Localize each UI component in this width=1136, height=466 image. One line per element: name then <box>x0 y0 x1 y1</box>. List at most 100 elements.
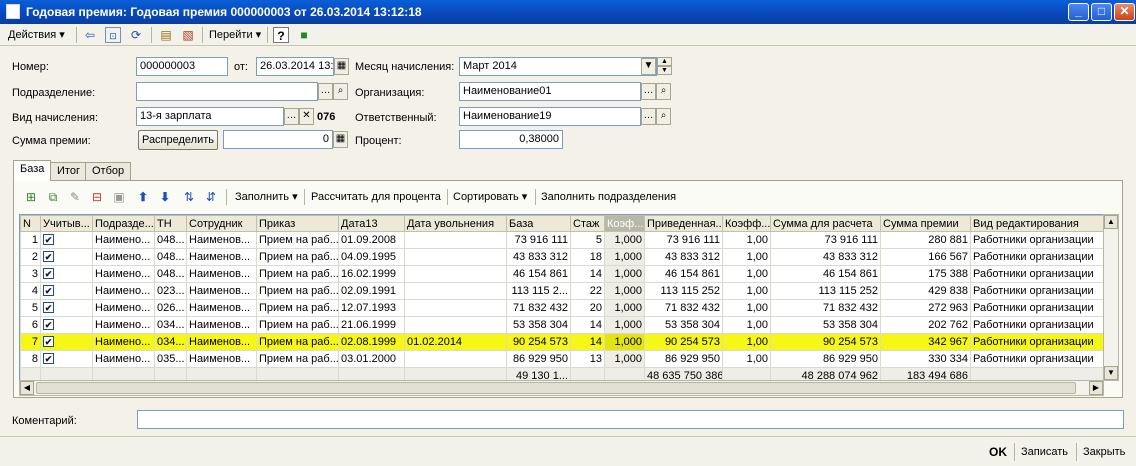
close-button[interactable]: Закрыть <box>1083 444 1125 460</box>
cell-k1[interactable]: 1,000 <box>604 316 645 334</box>
cell-tn[interactable]: 034... <box>154 333 187 351</box>
cell-div[interactable]: Наимено... <box>92 248 155 266</box>
cell-tn[interactable]: 048... <box>154 231 187 249</box>
cell-emp[interactable]: Наименов... <box>186 333 257 351</box>
horizontal-scrollbar[interactable]: ◀ ▶ <box>19 380 1104 396</box>
cell-dism[interactable]: 01.02.2014 <box>404 333 507 351</box>
cell-tn[interactable]: 048... <box>154 248 187 266</box>
back-arrow-icon[interactable]: ⇦ <box>82 27 98 43</box>
cell-edit[interactable]: Работники организации <box>970 333 1103 351</box>
col-header[interactable]: Дата13 <box>338 215 405 232</box>
cell-sumc[interactable]: 73 916 111 <box>770 231 881 249</box>
col-header[interactable]: Сумма премии <box>880 215 971 232</box>
cell-dism[interactable] <box>404 282 507 300</box>
include-checkbox-cell[interactable]: ✔ <box>40 299 93 317</box>
cell-div[interactable]: Наимено... <box>92 282 155 300</box>
number-field[interactable]: 000000003 <box>136 57 228 76</box>
cell-red[interactable]: 53 358 304 <box>644 316 723 334</box>
cell-d13[interactable]: 12.07.1993 <box>338 299 405 317</box>
scroll-up-icon[interactable]: ▲ <box>1104 215 1118 229</box>
cell-n[interactable]: 2 <box>20 248 41 266</box>
col-header[interactable]: Приказ <box>256 215 339 232</box>
cell-dism[interactable] <box>404 350 507 368</box>
cell-order[interactable]: Прием на раб... <box>256 231 339 249</box>
responsible-field[interactable]: Наименование19 <box>459 107 641 126</box>
cell-emp[interactable]: Наименов... <box>186 299 257 317</box>
cell-dism[interactable] <box>404 299 507 317</box>
cell-exp[interactable]: 14 <box>570 316 605 334</box>
cell-exp[interactable]: 14 <box>570 333 605 351</box>
cell-n[interactable]: 1 <box>20 231 41 249</box>
cell-edit[interactable]: Работники организации <box>970 299 1103 317</box>
delete-row-icon[interactable]: ⊟ <box>89 189 105 205</box>
cell-div[interactable]: Наимено... <box>92 265 155 283</box>
org-select-button[interactable]: … <box>641 83 656 100</box>
col-header[interactable]: Сумма для расчета <box>770 215 881 232</box>
vertical-scrollbar[interactable]: ▲ ▼ <box>1103 214 1119 381</box>
copy-row-icon[interactable]: ⧉ <box>45 189 61 205</box>
cell-n[interactable]: 4 <box>20 282 41 300</box>
col-header[interactable]: Стаж <box>570 215 605 232</box>
month-dropdown-icon[interactable]: ▼ <box>641 58 656 75</box>
cell-exp[interactable]: 20 <box>570 299 605 317</box>
cell-k1[interactable]: 1,000 <box>604 248 645 266</box>
cell-order[interactable]: Прием на раб... <box>256 316 339 334</box>
table-row[interactable]: 8 ✔ Наимено... 035... Наименов... Прием на ра… <box>20 350 1103 368</box>
cell-div[interactable]: Наимено... <box>92 350 155 368</box>
tab-filter[interactable]: Отбор <box>85 162 132 180</box>
cell-emp[interactable]: Наименов... <box>186 316 257 334</box>
col-header[interactable]: Учитыв... <box>40 215 93 232</box>
table-row[interactable]: 4 ✔ Наимено... 023... Наименов... Прием на ра… <box>20 282 1103 300</box>
cell-order[interactable]: Прием на раб... <box>256 265 339 283</box>
cell-d13[interactable]: 01.09.2008 <box>338 231 405 249</box>
open-new-icon[interactable]: ■ <box>296 27 312 43</box>
include-checkbox-cell[interactable]: ✔ <box>40 282 93 300</box>
tab-base[interactable]: База <box>13 160 52 181</box>
cell-d13[interactable]: 02.09.1991 <box>338 282 405 300</box>
cell-red[interactable]: 90 254 573 <box>644 333 723 351</box>
division-field[interactable] <box>136 82 318 101</box>
col-header[interactable]: Коэф... <box>604 215 645 232</box>
month-up-icon[interactable]: ▲ <box>657 57 672 66</box>
edit-row-icon[interactable]: ✎ <box>67 189 83 205</box>
col-header[interactable]: Дата увольнения <box>404 215 507 232</box>
cell-base[interactable]: 53 358 304 <box>506 316 571 334</box>
include-checkbox-cell[interactable]: ✔ <box>40 333 93 351</box>
cell-k2[interactable]: 1,00 <box>722 316 771 334</box>
accrual-field[interactable]: 13-я зарплата <box>136 107 284 126</box>
division-select-button[interactable]: … <box>318 83 333 100</box>
cell-div[interactable]: Наимено... <box>92 316 155 334</box>
cell-k1[interactable]: 1,000 <box>604 231 645 249</box>
cell-sumc[interactable]: 113 115 252 <box>770 282 881 300</box>
cell-bonus[interactable]: 202 762 <box>880 316 971 334</box>
scroll-down-icon[interactable]: ▼ <box>1104 366 1118 380</box>
employees-table[interactable]: N Учитыв... Подразде... ТН Сотрудник При… <box>19 214 1104 381</box>
cell-sumc[interactable]: 90 254 573 <box>770 333 881 351</box>
cell-red[interactable]: 113 115 252 <box>644 282 723 300</box>
cell-k2[interactable]: 1,00 <box>722 350 771 368</box>
include-checkbox[interactable]: ✔ <box>43 319 54 330</box>
maximize-button[interactable]: □ <box>1091 3 1112 21</box>
help-button[interactable]: ? <box>273 27 289 43</box>
col-header[interactable]: Подразде... <box>92 215 155 232</box>
include-checkbox-cell[interactable]: ✔ <box>40 248 93 266</box>
post-document-icon[interactable]: ▤ <box>158 27 174 43</box>
close-window-button[interactable]: ✕ <box>1114 3 1135 21</box>
cell-bonus[interactable]: 429 838 <box>880 282 971 300</box>
include-checkbox-cell[interactable]: ✔ <box>40 265 93 283</box>
cell-base[interactable]: 73 916 111 <box>506 231 571 249</box>
accrual-clear-icon[interactable]: ✕ <box>299 108 314 125</box>
move-down-icon[interactable]: ⬇ <box>157 189 173 205</box>
cell-red[interactable]: 43 833 312 <box>644 248 723 266</box>
goto-menu[interactable]: Перейти ▾ <box>209 27 261 43</box>
cell-exp[interactable]: 13 <box>570 350 605 368</box>
cell-bonus[interactable]: 280 881 <box>880 231 971 249</box>
cell-bonus[interactable]: 175 388 <box>880 265 971 283</box>
cell-bonus[interactable]: 330 334 <box>880 350 971 368</box>
col-header[interactable]: База <box>506 215 571 232</box>
cell-dism[interactable] <box>404 316 507 334</box>
responsible-select-button[interactable]: … <box>641 108 656 125</box>
cell-sumc[interactable]: 53 358 304 <box>770 316 881 334</box>
percent-field[interactable]: 0,38000 <box>459 130 563 149</box>
table-row[interactable]: 3 ✔ Наимено... 048... Наименов... Прием на ра… <box>20 265 1103 283</box>
